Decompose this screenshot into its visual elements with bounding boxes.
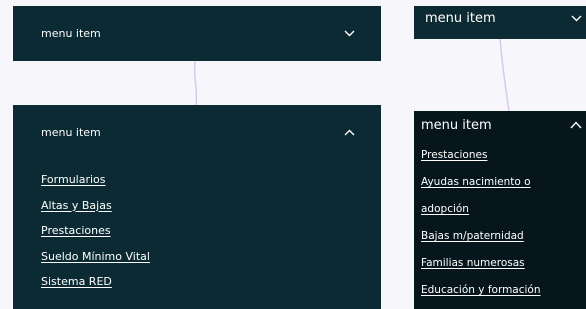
- list-item: Altas y Bajas: [41, 194, 355, 220]
- menu-header[interactable]: menu item: [425, 6, 586, 30]
- submenu-list: Formularios Altas y Bajas Prestaciones S…: [41, 168, 355, 296]
- menu-right-expanded: menu item Prestaciones Ayudas nacimiento…: [414, 111, 586, 309]
- submenu-link-formularios[interactable]: Formularios: [41, 173, 106, 186]
- submenu-link-adopcion[interactable]: adopción: [421, 203, 469, 215]
- menu-title: menu item: [425, 10, 496, 26]
- submenu-link-altas-bajas[interactable]: Altas y Bajas: [41, 199, 112, 212]
- submenu-link-bajas-paternidad[interactable]: Bajas m/paternidad: [421, 230, 524, 242]
- submenu-link-sistema-red[interactable]: Sistema RED: [41, 275, 112, 288]
- submenu-link-sueldo-minimo-vital[interactable]: Sueldo Mínimo Vital: [41, 250, 150, 263]
- menu-right-collapsed[interactable]: menu item: [414, 6, 586, 39]
- submenu-link-prestaciones[interactable]: Prestaciones: [421, 149, 487, 161]
- menu-left-expanded: menu item Formularios Altas y Bajas Pres…: [13, 105, 381, 309]
- menu-header[interactable]: menu item: [41, 105, 355, 160]
- submenu-link-educacion-formacion[interactable]: Educación y formación: [421, 284, 541, 296]
- submenu-link-prestaciones[interactable]: Prestaciones: [41, 224, 111, 237]
- menu-title: menu item: [41, 27, 101, 40]
- menu-title: menu item: [421, 117, 492, 133]
- canvas: menu item menu item Formularios Altas y …: [0, 0, 586, 309]
- list-item: Formularios: [41, 168, 355, 194]
- submenu-link-familias-numerosas[interactable]: Familias numerosas: [421, 257, 525, 269]
- menu-title: menu item: [41, 126, 101, 139]
- list-item: adopción: [421, 197, 586, 224]
- chevron-down-icon[interactable]: [571, 15, 582, 22]
- list-item: Ayudas nacimiento o: [421, 170, 586, 197]
- list-item: Educación y formación: [421, 278, 586, 305]
- submenu-link-ayudas-nacimiento[interactable]: Ayudas nacimiento o: [421, 176, 531, 188]
- list-item: Sueldo Mínimo Vital: [41, 245, 355, 271]
- menu-header[interactable]: menu item: [421, 111, 586, 139]
- list-item: Familias numerosas: [421, 251, 586, 278]
- connector-right: [499, 38, 510, 112]
- connector-left: [193, 60, 198, 106]
- list-item: Prestaciones: [421, 143, 586, 170]
- list-item: Sistema RED: [41, 270, 355, 296]
- list-item: Prestaciones: [41, 219, 355, 245]
- menu-header[interactable]: menu item: [41, 6, 355, 61]
- submenu-list: Prestaciones Ayudas nacimiento o adopció…: [421, 143, 586, 305]
- menu-left-collapsed[interactable]: menu item: [13, 6, 381, 61]
- chevron-up-icon[interactable]: [344, 129, 355, 136]
- chevron-down-icon[interactable]: [344, 30, 355, 37]
- chevron-up-icon[interactable]: [570, 121, 582, 129]
- list-item: Bajas m/paternidad: [421, 224, 586, 251]
